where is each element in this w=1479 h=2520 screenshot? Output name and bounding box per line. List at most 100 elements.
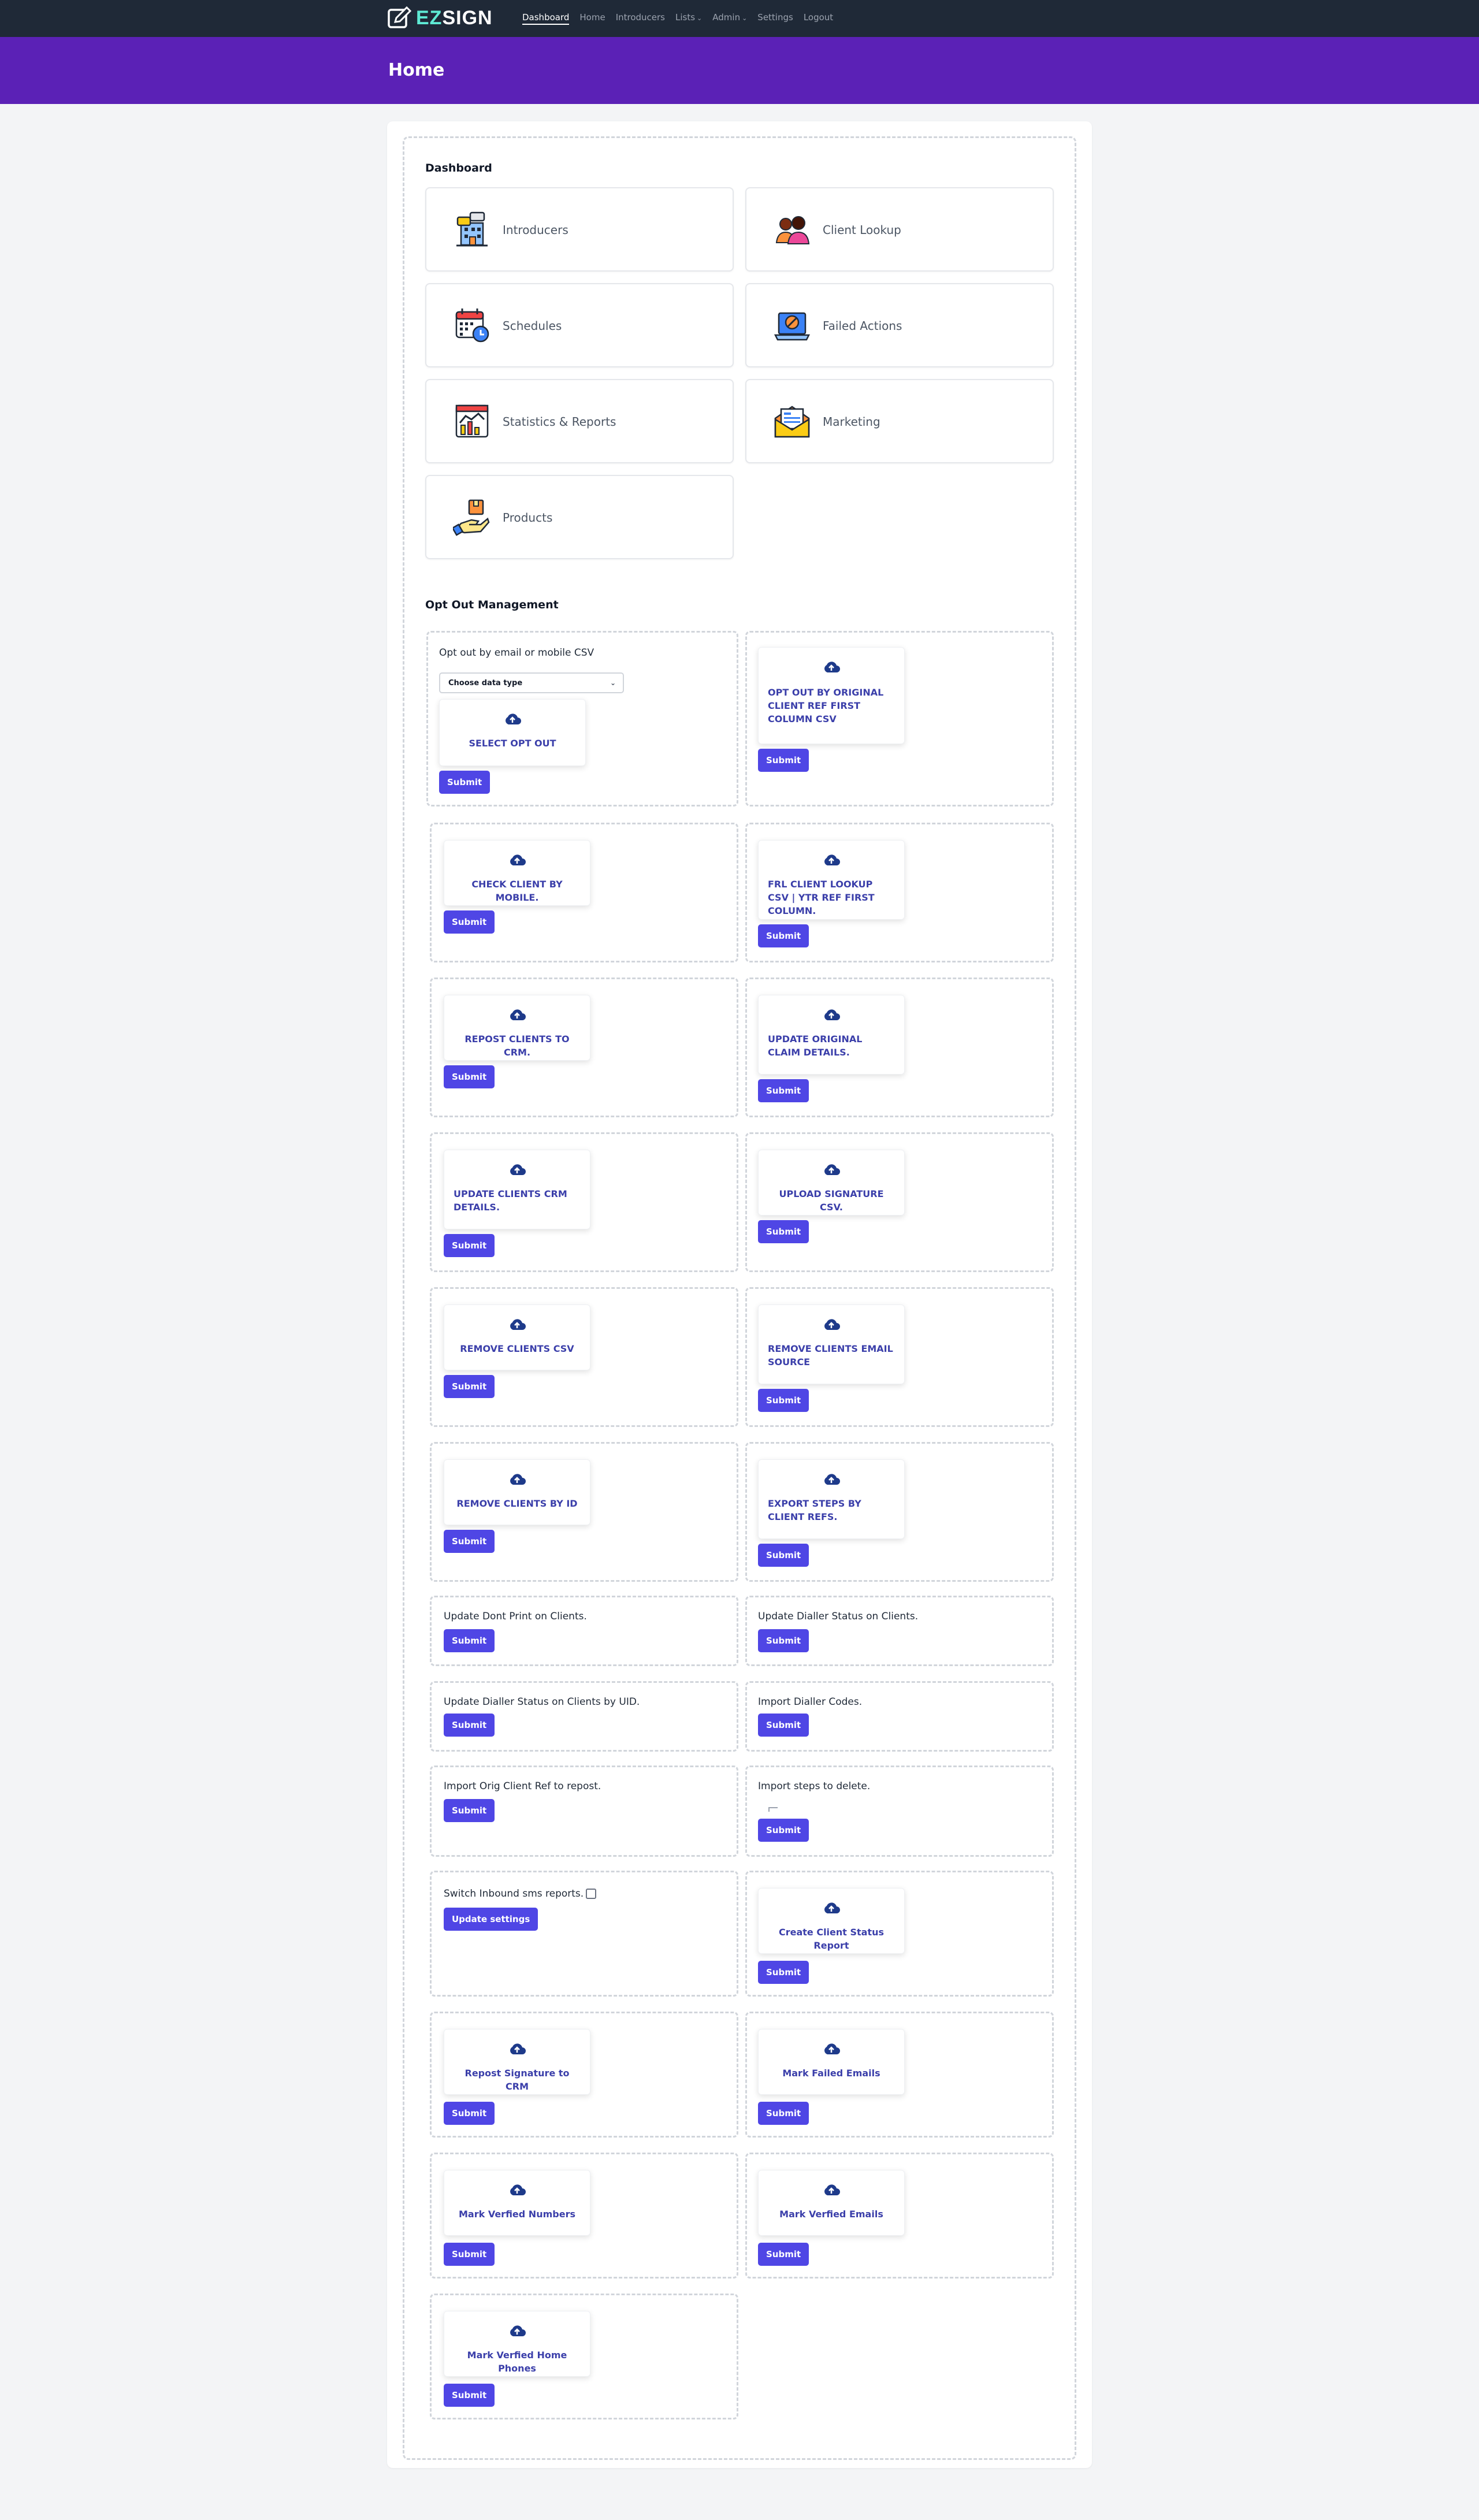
submit-button[interactable]: Submit xyxy=(758,1389,809,1412)
upload-update-clients-crm[interactable]: UPDATE CLIENTS CRM DETAILS. xyxy=(444,1150,590,1229)
upload-check-client-mobile[interactable]: CHECK CLIENT BY MOBILE. xyxy=(444,840,590,906)
optout-title: Opt Out Management xyxy=(425,599,559,611)
upload-remove-email-source[interactable]: REMOVE CLIENTS EMAIL SOURCE xyxy=(758,1304,905,1384)
import-orig-ref-label: Import Orig Client Ref to repost. xyxy=(444,1781,601,1792)
select-value: Choose data type xyxy=(448,679,523,687)
top-navbar: EZSIGN Dashboard Home Introducers Lists ⌄… xyxy=(0,0,1479,37)
dialler-status-label: Update Dialler Status on Clients. xyxy=(758,1611,919,1622)
submit-button[interactable]: Submit xyxy=(444,1234,495,1257)
cloud-upload-icon xyxy=(824,1319,840,1330)
upload-select-opt-out[interactable]: SELECT OPT OUT xyxy=(439,699,586,766)
cloud-upload-icon xyxy=(510,854,526,865)
tile-marketing[interactable]: Marketing xyxy=(745,379,1054,463)
nav-links: Dashboard Home Introducers Lists ⌄ Admin ⌄… xyxy=(522,12,833,25)
nav-admin-dropdown[interactable]: Admin ⌄ xyxy=(712,12,747,25)
nav-home[interactable]: Home xyxy=(579,12,605,25)
upload-mark-failed-emails[interactable]: Mark Failed Emails xyxy=(758,2029,905,2095)
upload-label: FRL CLIENT LOOKUP CSV | YTR REF FIRST CO… xyxy=(768,879,875,916)
cloud-upload-icon xyxy=(824,854,840,865)
upload-label: OPT OUT BY ORIGINAL CLIENT REF FIRST COL… xyxy=(768,687,884,724)
submit-button[interactable]: Submit xyxy=(444,2243,495,2266)
submit-button[interactable]: Submit xyxy=(444,910,495,934)
upload-frl-client-lookup[interactable]: FRL CLIENT LOOKUP CSV | YTR REF FIRST CO… xyxy=(758,840,905,920)
upload-export-steps[interactable]: EXPORT STEPS BY CLIENT REFS. xyxy=(758,1459,905,1539)
submit-button[interactable]: Submit xyxy=(758,749,809,772)
submit-button[interactable]: Submit xyxy=(444,2384,495,2407)
upload-mark-verified-emails[interactable]: Mark Verfied Emails xyxy=(758,2170,905,2236)
tile-client-lookup[interactable]: Client Lookup xyxy=(745,187,1054,272)
nav-lists-dropdown[interactable]: Lists ⌄ xyxy=(675,12,702,25)
submit-button[interactable]: Submit xyxy=(758,1961,809,1984)
tile-label: Client Lookup xyxy=(823,223,901,237)
tile-products[interactable]: Products xyxy=(425,475,734,559)
upload-remove-clients-csv[interactable]: REMOVE CLIENTS CSV xyxy=(444,1304,590,1370)
tile-label: Introducers xyxy=(503,223,568,237)
upload-label: Mark Verfied Numbers xyxy=(459,2209,575,2220)
upload-repost-signature[interactable]: Repost Signature to CRM xyxy=(444,2029,590,2095)
submit-button[interactable]: Submit xyxy=(444,1065,495,1088)
upload-label: REMOVE CLIENTS EMAIL SOURCE xyxy=(768,1343,893,1367)
cloud-upload-icon xyxy=(510,1474,526,1485)
submit-button[interactable]: Submit xyxy=(758,2243,809,2266)
cloud-upload-icon xyxy=(510,2325,526,2336)
nav-settings[interactable]: Settings xyxy=(757,12,793,25)
submit-button[interactable]: Submit xyxy=(444,1629,495,1652)
submit-button[interactable]: Submit xyxy=(758,1819,809,1842)
hand-box-icon xyxy=(453,499,490,536)
submit-button[interactable]: Submit xyxy=(444,1375,495,1398)
optout-box-title: Opt out by email or mobile CSV xyxy=(439,647,594,659)
brand-logo[interactable]: EZSIGN xyxy=(387,6,493,29)
tile-failed-actions[interactable]: Failed Actions xyxy=(745,283,1054,367)
people-icon xyxy=(775,216,810,244)
tile-label: Marketing xyxy=(823,415,880,429)
chevron-down-icon: ⌄ xyxy=(742,14,748,22)
submit-button[interactable]: Submit xyxy=(758,1629,809,1652)
upload-orig-client-ref[interactable]: OPT OUT BY ORIGINAL CLIENT REF FIRST COL… xyxy=(758,647,905,744)
file-input[interactable] xyxy=(768,1807,778,1812)
brand-name: EZSIGN xyxy=(416,6,493,29)
tile-schedules[interactable]: Schedules xyxy=(425,283,734,367)
update-settings-button[interactable]: Update settings xyxy=(444,1908,538,1931)
upload-label: Mark Verfied Home Phones xyxy=(467,2350,567,2374)
upload-label: UPDATE CLIENTS CRM DETAILS. xyxy=(454,1188,567,1213)
submit-button[interactable]: Submit xyxy=(758,1079,809,1102)
switch-inbound-checkbox[interactable] xyxy=(586,1889,597,1899)
tile-statistics-reports[interactable]: Statistics & Reports xyxy=(425,379,734,463)
data-type-select[interactable]: Choose data type ⌄ xyxy=(439,672,624,693)
upload-label: UPLOAD SIGNATURE CSV. xyxy=(779,1188,884,1213)
upload-label: Mark Verfied Emails xyxy=(779,2209,883,2220)
submit-button[interactable]: Submit xyxy=(758,1544,809,1567)
submit-button[interactable]: Submit xyxy=(758,924,809,947)
upload-label: REMOVE CLIENTS CSV xyxy=(460,1343,574,1354)
nav-dashboard[interactable]: Dashboard xyxy=(522,12,570,25)
nav-introducers[interactable]: Introducers xyxy=(616,12,665,25)
cloud-upload-icon xyxy=(824,2043,840,2054)
submit-button[interactable]: Submit xyxy=(758,1220,809,1243)
nav-lists-label: Lists xyxy=(675,12,696,23)
submit-button[interactable]: Submit xyxy=(758,1714,809,1737)
import-steps-delete-box xyxy=(745,1766,1054,1857)
upload-remove-clients-id[interactable]: REMOVE CLIENTS BY ID xyxy=(444,1459,590,1525)
upload-update-claim-details[interactable]: UPDATE ORIGINAL CLAIM DETAILS. xyxy=(758,995,905,1075)
upload-client-status-report[interactable]: Create Client Status Report xyxy=(758,1888,905,1954)
building-icon xyxy=(456,211,488,247)
submit-button[interactable]: Submit xyxy=(444,1799,495,1822)
upload-label: SELECT OPT OUT xyxy=(469,738,556,749)
tile-introducers[interactable]: Introducers xyxy=(425,187,734,272)
switch-inbound-label: Switch Inbound sms reports. xyxy=(444,1888,584,1900)
submit-button[interactable]: Submit xyxy=(439,771,490,794)
submit-button[interactable]: Submit xyxy=(444,2102,495,2125)
upload-signature-csv[interactable]: UPLOAD SIGNATURE CSV. xyxy=(758,1150,905,1216)
pen-square-icon xyxy=(388,6,411,28)
page-header: Home xyxy=(0,37,1479,104)
upload-mark-verified-numbers[interactable]: Mark Verfied Numbers xyxy=(444,2170,590,2236)
upload-mark-verified-home[interactable]: Mark Verfied Home Phones xyxy=(444,2311,590,2377)
submit-button[interactable]: Submit xyxy=(758,2102,809,2125)
tile-label: Schedules xyxy=(503,319,562,333)
upload-label: Mark Failed Emails xyxy=(782,2068,880,2079)
nav-logout[interactable]: Logout xyxy=(804,12,833,25)
submit-button[interactable]: Submit xyxy=(444,1530,495,1553)
cloud-upload-icon xyxy=(824,661,840,672)
submit-button[interactable]: Submit xyxy=(444,1714,495,1737)
upload-repost-clients-crm[interactable]: REPOST CLIENTS TO CRM. xyxy=(444,995,590,1061)
